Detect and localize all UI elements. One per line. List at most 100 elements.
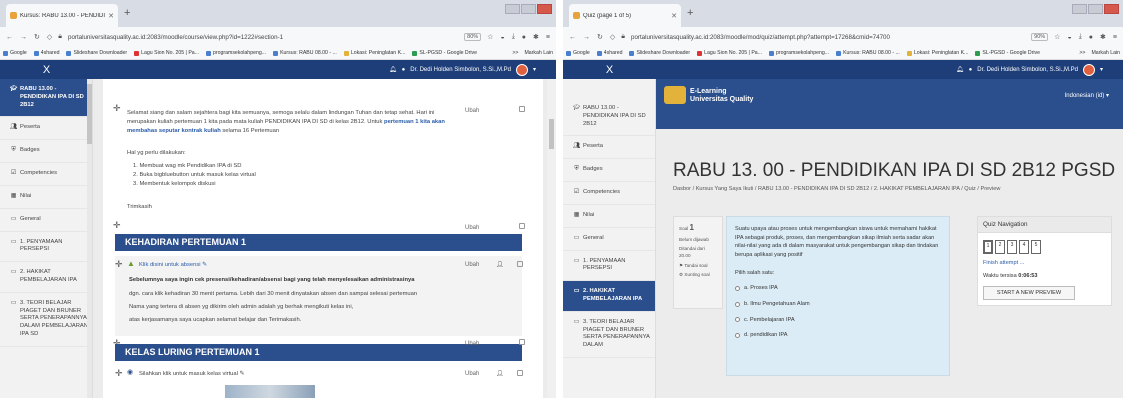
user-name[interactable]: Dr. Dedi Holden Simbolon, S.Si.,M.Pd (410, 67, 511, 73)
bookmark-item[interactable]: Slideshare Downloader (629, 50, 690, 56)
completion-checkbox[interactable] (519, 106, 525, 112)
maximize-button[interactable] (521, 4, 536, 14)
sidebar-item-nilai[interactable]: ▦ Nilai (0, 186, 92, 209)
edit-menu[interactable]: Ubah (465, 108, 479, 114)
download-icon[interactable]: ⤓ (1079, 33, 1082, 41)
sidebar-item-course[interactable]: 🎓︎ RABU 13.00 - PENDIDIKAN IPA DI SD 2B12 (0, 79, 92, 118)
answer-option[interactable]: c. Pembelajaran IPA (735, 316, 941, 325)
zoom-level[interactable]: 90% (1031, 33, 1049, 41)
forward-icon[interactable]: → (583, 34, 590, 41)
close-tab-icon[interactable]: ✕ (108, 12, 114, 20)
back-icon[interactable]: ← (569, 34, 576, 41)
browser-tab[interactable]: Kursus: RABU 13.00 - PENDIDI ✕ (6, 4, 118, 27)
chat-icon[interactable]: ● (402, 67, 406, 73)
menu-icon[interactable]: ≡ (1113, 34, 1117, 41)
address-bar[interactable]: ◇ 🔒︎ portaluniversitasquality.ac.id:2083… (47, 30, 493, 44)
attendance-link[interactable]: Klik disini untuk absensi ✎ (139, 261, 207, 270)
edit-menu[interactable]: Ubah (465, 262, 479, 268)
bookmark-item[interactable]: Kursus: RABU 08.00 - ... (273, 50, 337, 56)
chat-icon[interactable]: ● (969, 67, 973, 73)
flag-question[interactable]: ⚑ Tandai soal (679, 263, 717, 270)
edit-question[interactable]: ⚙ Sunting soal (679, 272, 717, 279)
bell-icon[interactable]: 🔔︎ (956, 66, 964, 73)
reload-icon[interactable]: ↻ (34, 33, 40, 41)
sidebar-item-nilai[interactable]: ▦ Nilai (563, 205, 655, 228)
language-selector[interactable]: Indonesian (id) ▾ (1065, 92, 1109, 99)
move-icon[interactable]: ✛ (113, 103, 121, 114)
zoom-level[interactable]: 80% (464, 33, 482, 41)
quiz-page-button[interactable]: 5 (1031, 240, 1041, 254)
bookmark-item[interactable]: Lagu Sion No. 205 | Pa... (697, 50, 762, 56)
finish-attempt-link[interactable]: Finish attempt ... (978, 254, 1111, 266)
person-icon[interactable]: 👤︎ (496, 370, 504, 377)
sidebar-item-section-1[interactable]: ▭ 1. PENYAMAAN PERSEPSI (0, 232, 92, 263)
download-icon[interactable]: ⤓ (512, 33, 515, 41)
menu-icon[interactable]: ≡ (546, 34, 550, 41)
sidebar-item-badges[interactable]: ⛨ Badges (563, 159, 655, 183)
other-bookmarks[interactable]: Markah Lain (1091, 50, 1120, 56)
sidebar-item-course[interactable]: 🎓︎ RABU 13.00 - PENDIDIKAN IPA DI SD 2B12 (563, 79, 655, 137)
virtual-class-link[interactable]: Silahkan klik untuk masuk kelas virtual … (139, 370, 244, 379)
answer-option[interactable]: a. Proses IPA (735, 284, 941, 293)
new-tab-icon[interactable]: + (687, 7, 693, 19)
edit-menu[interactable]: Ubah (465, 341, 479, 347)
sidebar-item-peserta[interactable]: 👥︎ Peserta (0, 117, 92, 141)
completion-checkbox[interactable] (517, 370, 523, 376)
bookmark-item[interactable]: programsekolahpeng... (769, 50, 829, 56)
close-window-button[interactable] (537, 4, 552, 14)
sidebar-scrollbar[interactable] (87, 79, 92, 398)
sidebar-item-general[interactable]: ▭ General (563, 228, 655, 251)
account-icon[interactable]: ● (522, 34, 526, 41)
sidebar-item-competencies[interactable]: ☑ Competencies (0, 163, 92, 186)
quiz-page-button[interactable]: 2 (995, 240, 1005, 254)
sidebar-item-peserta[interactable]: 👥︎ Peserta (563, 136, 655, 160)
user-name[interactable]: Dr. Dedi Holden Simbolon, S.Si.,M.Pd (977, 67, 1078, 73)
bookmark-item[interactable]: 4shared (596, 50, 622, 56)
url-text[interactable]: portaluniversitasquality.ac.id:2083/mood… (68, 34, 458, 41)
bookmark-item[interactable]: SL-PGSD - Google Drive (412, 50, 477, 56)
address-bar[interactable]: ◇ 🔒︎ portaluniversitasquality.ac.id:2083… (610, 30, 1060, 44)
bookmark-item[interactable]: Google (3, 50, 27, 56)
forward-icon[interactable]: → (20, 34, 27, 41)
avatar[interactable] (515, 63, 528, 76)
more-bookmarks[interactable]: >> (1079, 50, 1085, 56)
bookmark-item[interactable]: 4shared (33, 50, 59, 56)
star-icon[interactable]: ☆ (1054, 33, 1060, 41)
pocket-icon[interactable]: ◒ (1067, 34, 1071, 41)
close-drawer-button[interactable]: X (563, 64, 656, 76)
answer-option[interactable]: d. pendidikan IPA (735, 331, 941, 340)
completion-checkbox[interactable] (519, 223, 525, 229)
minimize-button[interactable] (1072, 4, 1087, 14)
breadcrumb[interactable]: Dasbor / Kursus Yang Saya Ikuti / RABU 1… (673, 186, 1000, 192)
more-bookmarks[interactable]: >> (512, 50, 518, 56)
pocket-icon[interactable]: ◒ (500, 34, 504, 41)
move-icon[interactable]: ✛ (113, 220, 121, 231)
bookmark-item[interactable]: Kursus: RABU 08.00 - ... (836, 50, 900, 56)
sidebar-item-competencies[interactable]: ☑ Competencies (563, 182, 655, 205)
minimize-button[interactable] (505, 4, 520, 14)
bookmark-item[interactable]: Lagu Sion No. 205 | Pa... (134, 50, 199, 56)
bell-icon[interactable]: 🔔︎ (389, 66, 397, 73)
sidebar-item-section-2[interactable]: ▭ 2. HAKIKAT PEMBELAJARAN IPA (563, 281, 655, 312)
university-logo-icon[interactable] (664, 86, 686, 104)
bookmark-item[interactable]: Slideshare Downloader (66, 50, 127, 56)
quiz-page-button[interactable]: 3 (1007, 240, 1017, 254)
edit-menu[interactable]: Ubah (465, 225, 479, 231)
quiz-page-button[interactable]: 4 (1019, 240, 1029, 254)
close-tab-icon[interactable]: ✕ (671, 12, 677, 20)
sidebar-item-badges[interactable]: ⛨ Badges (0, 140, 92, 164)
sidebar-item-section-3[interactable]: ▭ 3. TEORI BELAJAR PIAGET DAN BRUNER SERT… (0, 293, 92, 347)
url-text[interactable]: portaluniversitasquality.ac.id:2083/mood… (631, 34, 1025, 41)
completion-checkbox[interactable] (517, 261, 523, 267)
edit-menu[interactable]: Ubah (465, 371, 479, 377)
bookmark-item[interactable]: SL-PGSD - Google Drive (975, 50, 1040, 56)
bookmark-item[interactable]: Lokasi: Peninglatan K... (343, 50, 405, 56)
bookmark-item[interactable]: Google (566, 50, 590, 56)
person-icon[interactable]: 👤︎ (496, 261, 504, 268)
completion-checkbox[interactable] (519, 339, 525, 345)
other-bookmarks[interactable]: Markah Lain (524, 50, 553, 56)
sidebar-item-general[interactable]: ▭ General (0, 209, 92, 232)
sidebar-item-section-1[interactable]: ▭ 1. PENYAMAAN PERSEPSI (563, 251, 655, 282)
sidebar-item-section-3[interactable]: ▭ 3. TEORI BELAJAR PIAGET DAN BRUNER SERT… (563, 312, 655, 358)
new-tab-icon[interactable]: + (124, 7, 130, 19)
